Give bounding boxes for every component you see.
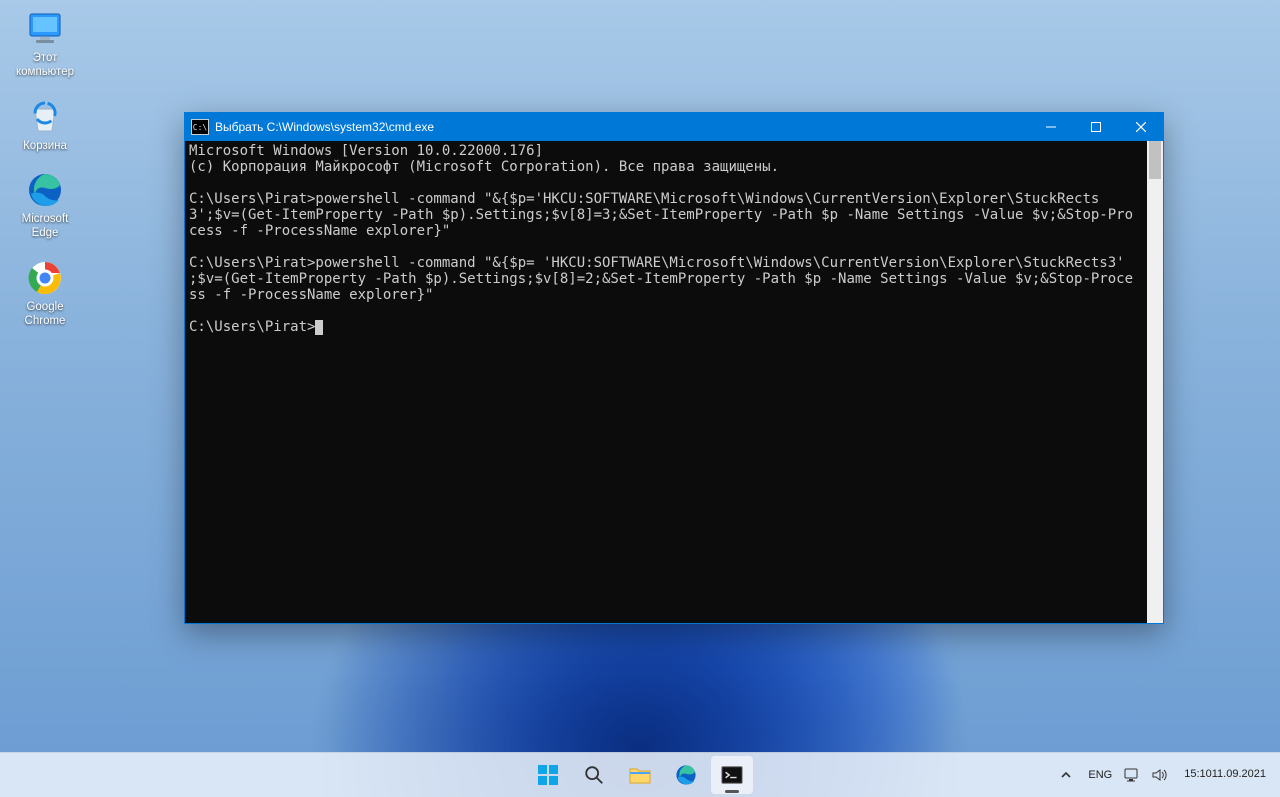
- desktop-icon-edge[interactable]: MicrosoftEdge: [6, 169, 84, 241]
- network-icon[interactable]: [1118, 753, 1146, 797]
- edge-icon: [24, 169, 66, 211]
- scrollbar[interactable]: [1147, 141, 1163, 623]
- desktop-icon-label: GoogleChrome: [25, 301, 66, 329]
- search-button[interactable]: [573, 756, 615, 794]
- taskbar-center: [527, 753, 753, 797]
- clock[interactable]: 15:10 11.09.2021: [1174, 753, 1272, 797]
- cmd-window[interactable]: C:\ Выбрать C:\Windows\system32\cmd.exe …: [184, 112, 1164, 624]
- minimize-button[interactable]: [1028, 113, 1073, 141]
- desktop-icon-this-pc[interactable]: Этоткомпьютер: [6, 8, 84, 80]
- terminal-body[interactable]: Microsoft Windows [Version 10.0.22000.17…: [185, 141, 1163, 623]
- start-button[interactable]: [527, 756, 569, 794]
- clock-time: 15:10: [1184, 768, 1212, 782]
- file-explorer-button[interactable]: [619, 756, 661, 794]
- taskbar: ENG 15:10 11.09.2021: [0, 752, 1280, 797]
- system-tray: ENG 15:10 11.09.2021: [1054, 753, 1272, 797]
- desktop-icon-label: Этоткомпьютер: [16, 52, 74, 80]
- edge-taskbar-button[interactable]: [665, 756, 707, 794]
- scrollbar-thumb[interactable]: [1149, 141, 1161, 179]
- window-title: Выбрать C:\Windows\system32\cmd.exe: [215, 120, 434, 134]
- chrome-icon: [24, 257, 66, 299]
- close-button[interactable]: [1118, 113, 1163, 141]
- maximize-button[interactable]: [1073, 113, 1118, 141]
- recycle-bin-icon: [24, 96, 66, 138]
- desktop-icon-chrome[interactable]: GoogleChrome: [6, 257, 84, 329]
- monitor-icon: [24, 8, 66, 50]
- titlebar[interactable]: C:\ Выбрать C:\Windows\system32\cmd.exe: [185, 113, 1163, 141]
- desktop-icons-column: Этоткомпьютер Корзина MicrosoftEdge: [6, 8, 86, 329]
- cmd-taskbar-button[interactable]: [711, 756, 753, 794]
- tray-overflow-button[interactable]: [1054, 753, 1078, 797]
- desktop-icon-recycle-bin[interactable]: Корзина: [6, 96, 84, 154]
- terminal-cursor: [315, 320, 323, 335]
- volume-icon[interactable]: [1146, 753, 1174, 797]
- language-indicator[interactable]: ENG: [1082, 753, 1118, 797]
- terminal-output[interactable]: Microsoft Windows [Version 10.0.22000.17…: [185, 141, 1147, 623]
- desktop-icon-label: MicrosoftEdge: [22, 213, 69, 241]
- desktop-icon-label: Корзина: [23, 140, 67, 154]
- clock-date: 11.09.2021: [1212, 768, 1266, 782]
- cmd-icon: C:\: [191, 119, 209, 135]
